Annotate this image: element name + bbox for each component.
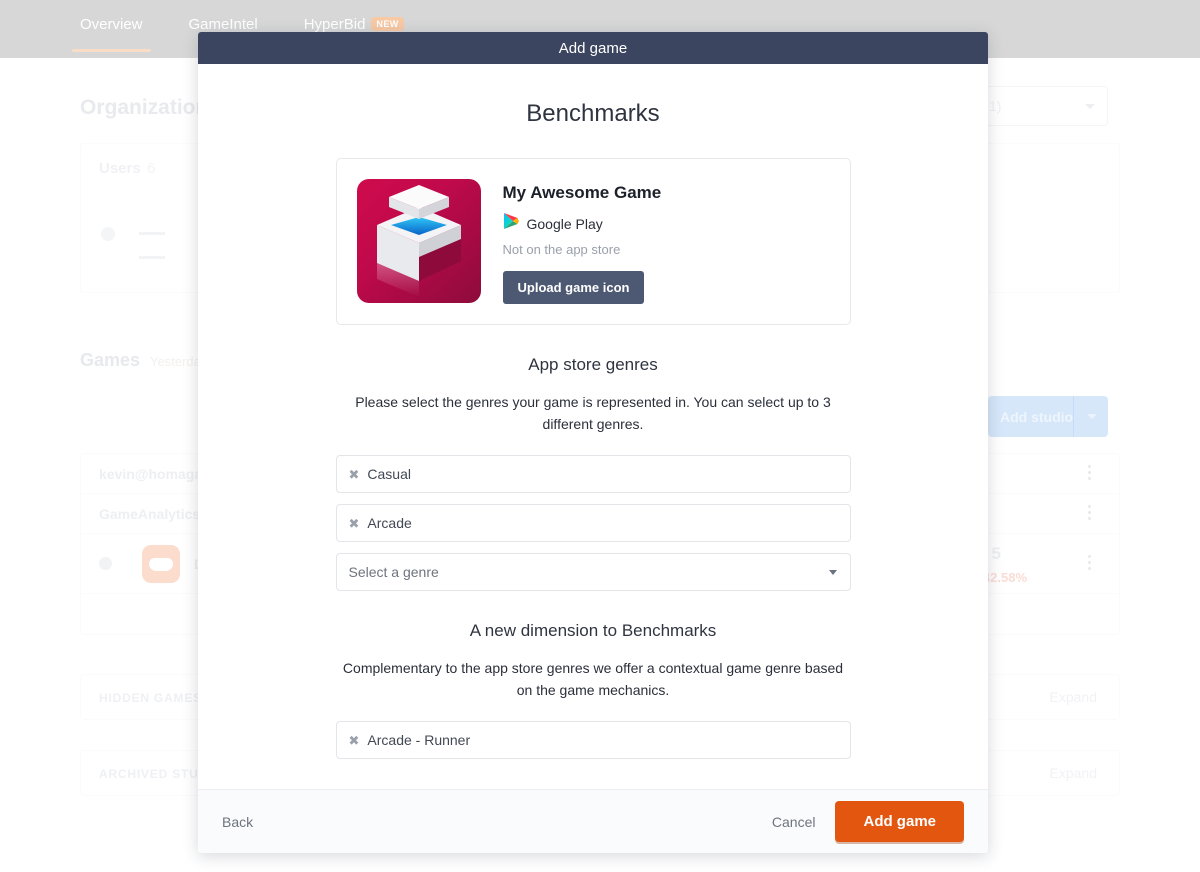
table-cell-text: GameAnalytics: [99, 505, 201, 522]
nav-item-overview[interactable]: Overview: [72, 16, 150, 52]
modal-inner: My Awesome Game Google Play Not on the a…: [335, 158, 851, 760]
divider: [1073, 396, 1074, 437]
chevron-down-icon: [1085, 104, 1095, 109]
hidden-games-label: HIDDEN GAMES: [99, 691, 202, 705]
game-card: My Awesome Game Google Play Not on the a…: [335, 158, 851, 325]
row-menu-icon[interactable]: [1088, 504, 1091, 523]
gamepad-icon: [142, 544, 180, 583]
genre-chip-casual-label: Casual: [367, 466, 411, 483]
genre-select-placeholder: Select a genre: [348, 564, 439, 581]
row-metric-value: 5: [991, 544, 1001, 563]
nav-item-overview-label: Overview: [80, 16, 143, 33]
person-icon: [99, 557, 112, 570]
footer-actions: Cancel Add game: [772, 801, 964, 843]
contextual-genre-description: Complementary to the app store genres we…: [342, 660, 844, 699]
hidden-games-expand[interactable]: Expand: [1050, 689, 1097, 705]
main-nav: Overview GameIntel HyperBid NEW: [72, 16, 404, 52]
store-note: Not on the app store: [502, 242, 621, 257]
chevron-down-icon: [828, 570, 837, 576]
nav-item-hyperbid[interactable]: HyperBid NEW: [304, 16, 404, 33]
placeholder-line: [139, 232, 165, 235]
organization-select[interactable]: 1): [978, 86, 1108, 126]
screen-root: Overview GameIntel HyperBid NEW Organizat…: [0, 0, 1200, 872]
modal-footer: Back Cancel Add game: [198, 789, 988, 854]
add-game-button[interactable]: Add game: [835, 801, 964, 843]
modal-body: Benchmarks My Awesome Game Google Play N…: [198, 64, 988, 790]
add-studio-button[interactable]: Add studio: [988, 396, 1108, 437]
remove-icon[interactable]: ✖: [349, 517, 360, 530]
app-store-genres-description: Please select the genres your game is re…: [355, 394, 831, 433]
genre-chip-arcade[interactable]: ✖ Arcade: [335, 504, 851, 543]
store-name: Google Play: [526, 215, 603, 232]
modal-header-title: Add game: [558, 39, 628, 57]
contextual-genre-title: A new dimension to Benchmarks: [469, 621, 717, 641]
games-title: Games: [80, 350, 141, 370]
genre-select[interactable]: Select a genre: [335, 553, 851, 592]
add-game-modal: Add game Benchmarks My Awesome Game Goog…: [198, 32, 988, 854]
remove-icon[interactable]: ✖: [349, 734, 360, 747]
cancel-button[interactable]: Cancel: [772, 814, 816, 830]
chevron-down-icon: [1087, 414, 1097, 419]
add-studio-label: Add studio: [1000, 409, 1074, 425]
genre-chip-casual[interactable]: ✖ Casual: [335, 455, 851, 494]
nav-item-gameintel-label: GameIntel: [188, 16, 258, 33]
nav-item-gameintel[interactable]: GameIntel: [189, 16, 258, 33]
genre-chip-arcade-label: Arcade: [367, 515, 412, 532]
remove-icon[interactable]: ✖: [349, 468, 360, 481]
contextual-genre-chip[interactable]: ✖ Arcade - Runner: [335, 721, 851, 760]
upload-game-icon-button[interactable]: Upload game icon: [502, 271, 645, 304]
store-row: Google Play: [503, 212, 662, 235]
avatar: [101, 227, 115, 241]
users-count: 6: [147, 160, 156, 177]
placeholder-line: [139, 256, 165, 259]
game-name: My Awesome Game: [502, 183, 662, 202]
back-button[interactable]: Back: [222, 814, 253, 830]
game-icon: [356, 179, 481, 303]
modal-title: Benchmarks: [526, 100, 660, 127]
nav-item-hyperbid-label: HyperBid: [303, 16, 366, 33]
game-meta: My Awesome Game Google Play Not on the a…: [502, 179, 662, 304]
new-badge: NEW: [371, 17, 404, 31]
games-section-header: Games Yesterday: [80, 350, 207, 371]
organization-select-value: 1): [989, 98, 1002, 114]
modal-header: Add game: [198, 32, 988, 64]
archived-studios-expand[interactable]: Expand: [1050, 765, 1097, 781]
users-label: Users: [99, 160, 141, 177]
row-menu-icon[interactable]: [1088, 464, 1091, 483]
contextual-genre-chip-label: Arcade - Runner: [367, 732, 471, 749]
row-menu-icon[interactable]: [1088, 554, 1091, 573]
google-play-icon: [503, 212, 519, 235]
app-store-genres-title: App store genres: [528, 355, 658, 374]
